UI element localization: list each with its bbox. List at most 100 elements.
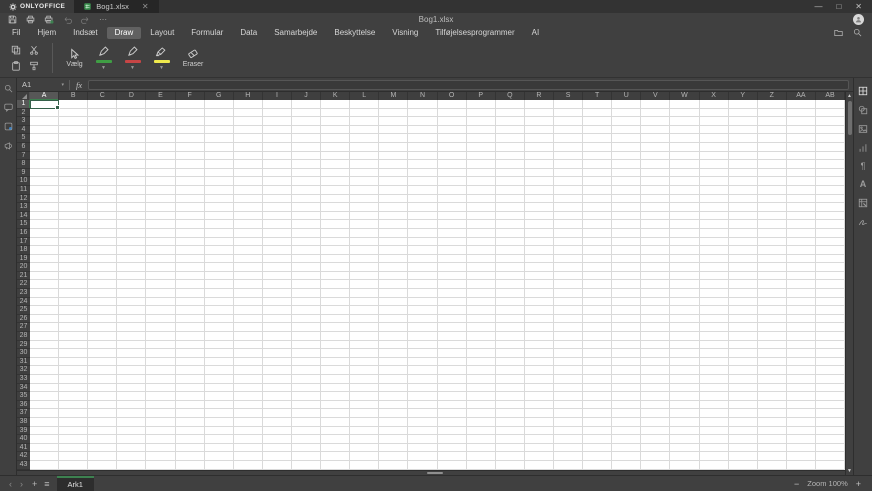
- shape-settings-icon[interactable]: [858, 105, 868, 115]
- previous-sheet-icon[interactable]: ‹: [9, 479, 12, 489]
- row-header-18[interactable]: 18: [17, 246, 30, 255]
- row-header-23[interactable]: 23: [17, 289, 30, 298]
- row-header-29[interactable]: 29: [17, 341, 30, 350]
- menu-tab-inds-t[interactable]: Indsæt: [65, 27, 105, 39]
- row-header-36[interactable]: 36: [17, 401, 30, 410]
- row-header-42[interactable]: 42: [17, 452, 30, 461]
- eraser-button[interactable]: Eraser: [176, 48, 210, 68]
- row-header-9[interactable]: 9: [17, 169, 30, 178]
- menu-tab-hjem[interactable]: Hjem: [29, 27, 64, 39]
- row-header-32[interactable]: 32: [17, 366, 30, 375]
- search-icon[interactable]: [853, 28, 862, 37]
- column-header-G[interactable]: G: [205, 92, 234, 100]
- column-header-M[interactable]: M: [379, 92, 409, 100]
- app-logo[interactable]: ONLYOFFICE: [0, 0, 75, 13]
- cut-icon[interactable]: [26, 43, 41, 58]
- row-header-39[interactable]: 39: [17, 427, 30, 436]
- paragraph-settings-icon[interactable]: ¶: [861, 162, 866, 171]
- paste-icon[interactable]: [8, 59, 23, 74]
- menu-tab-tilf-jelsesprogrammer[interactable]: Tilføjelsesprogrammer: [427, 27, 522, 39]
- cells-area[interactable]: [30, 100, 845, 470]
- row-header-30[interactable]: 30: [17, 349, 30, 358]
- menu-tab-ai[interactable]: AI: [524, 27, 548, 39]
- quick-print-button[interactable]: [44, 15, 54, 24]
- pen-red-button[interactable]: ▼: [118, 45, 147, 71]
- maximize-button[interactable]: □: [836, 2, 841, 11]
- row-header-22[interactable]: 22: [17, 280, 30, 290]
- search-panel-icon[interactable]: [4, 84, 13, 93]
- row-header-41[interactable]: 41: [17, 444, 30, 453]
- row-header-20[interactable]: 20: [17, 263, 30, 272]
- row-header-33[interactable]: 33: [17, 375, 30, 384]
- row-header-11[interactable]: 11: [17, 186, 30, 195]
- column-header-D[interactable]: D: [117, 92, 147, 100]
- row-header-28[interactable]: 28: [17, 332, 30, 341]
- column-header-S[interactable]: S: [554, 92, 584, 100]
- column-header-L[interactable]: L: [350, 92, 380, 100]
- column-header-W[interactable]: W: [670, 92, 700, 100]
- row-header-31[interactable]: 31: [17, 358, 30, 367]
- row-header-35[interactable]: 35: [17, 392, 30, 401]
- row-header-5[interactable]: 5: [17, 134, 30, 143]
- select-tool-button[interactable]: Vælg: [60, 48, 89, 68]
- chevron-down-icon[interactable]: ▼: [101, 66, 106, 71]
- row-header-10[interactable]: 10: [17, 177, 30, 186]
- column-header-N[interactable]: N: [408, 92, 438, 100]
- row-header-3[interactable]: 3: [17, 117, 30, 126]
- row-header-34[interactable]: 34: [17, 384, 30, 393]
- customize-quick-access-button[interactable]: ⋯: [99, 15, 108, 24]
- row-header-25[interactable]: 25: [17, 306, 30, 315]
- column-header-Z[interactable]: Z: [758, 92, 787, 100]
- row-header-8[interactable]: 8: [17, 160, 30, 169]
- sheet-list-icon[interactable]: ≡: [44, 476, 49, 491]
- copy-icon[interactable]: [8, 43, 23, 58]
- menu-tab-layout[interactable]: Layout: [142, 27, 182, 39]
- column-header-P[interactable]: P: [467, 92, 496, 100]
- column-header-T[interactable]: T: [583, 92, 613, 100]
- chevron-down-icon[interactable]: ▾: [61, 82, 64, 88]
- minimize-button[interactable]: —: [814, 2, 822, 11]
- column-header-R[interactable]: R: [525, 92, 554, 100]
- chart-settings-icon[interactable]: [858, 143, 868, 153]
- signature-settings-icon[interactable]: [858, 217, 868, 227]
- cell-settings-icon[interactable]: [858, 86, 868, 96]
- cell-name-box[interactable]: A1 ▾: [17, 80, 69, 89]
- column-header-H[interactable]: H: [234, 92, 263, 100]
- highlighter-button[interactable]: ▼: [147, 45, 176, 71]
- chat-icon[interactable]: [4, 122, 13, 131]
- undo-icon[interactable]: [63, 16, 72, 24]
- insert-function-icon[interactable]: fx: [70, 80, 88, 90]
- menu-tab-fil[interactable]: Fil: [4, 27, 28, 39]
- formula-input[interactable]: [88, 79, 849, 90]
- save-button[interactable]: [8, 15, 17, 24]
- row-header-43[interactable]: 43: [17, 461, 30, 470]
- row-header-38[interactable]: 38: [17, 418, 30, 427]
- row-header-26[interactable]: 26: [17, 315, 30, 324]
- column-header-AA[interactable]: AA: [787, 92, 816, 100]
- row-header-37[interactable]: 37: [17, 409, 30, 418]
- column-header-C[interactable]: C: [88, 92, 118, 100]
- row-header-7[interactable]: 7: [17, 152, 30, 161]
- row-header-17[interactable]: 17: [17, 238, 30, 247]
- menu-tab-draw[interactable]: Draw: [106, 26, 142, 39]
- text-art-settings-icon[interactable]: A: [860, 180, 867, 189]
- column-header-V[interactable]: V: [641, 92, 671, 100]
- column-header-B[interactable]: B: [59, 92, 89, 100]
- menu-tab-formular[interactable]: Formular: [183, 27, 231, 39]
- row-header-16[interactable]: 16: [17, 229, 30, 238]
- pivot-table-settings-icon[interactable]: [858, 198, 868, 208]
- scroll-down-icon[interactable]: ▼: [847, 468, 852, 474]
- copy-style-icon[interactable]: [26, 59, 41, 74]
- zoom-out-button[interactable]: −: [794, 479, 799, 489]
- row-header-19[interactable]: 19: [17, 255, 30, 264]
- menu-tab-beskyttelse[interactable]: Beskyttelse: [326, 27, 383, 39]
- row-header-13[interactable]: 13: [17, 203, 30, 212]
- column-header-I[interactable]: I: [263, 92, 292, 100]
- next-sheet-icon[interactable]: ›: [20, 479, 23, 489]
- column-header-K[interactable]: K: [321, 92, 351, 100]
- row-header-12[interactable]: 12: [17, 195, 30, 204]
- select-all-button[interactable]: [17, 92, 30, 100]
- zoom-in-button[interactable]: +: [856, 479, 861, 489]
- scroll-up-icon[interactable]: ▲: [847, 93, 852, 99]
- redo-icon[interactable]: [81, 16, 90, 24]
